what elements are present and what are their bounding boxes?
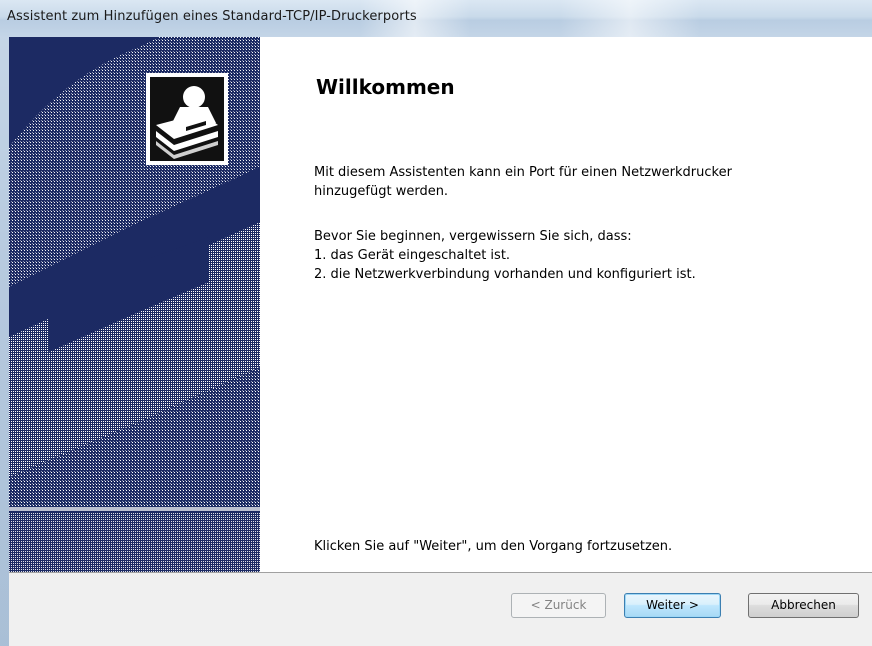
title-bar[interactable]: Assistent zum Hinzufügen eines Standard-… (0, 0, 872, 37)
wizard-banner (9, 37, 260, 572)
prerequisites: Bevor Sie beginnen, vergewissern Sie sic… (314, 227, 854, 284)
page-title: Willkommen (316, 75, 455, 99)
title-bar-glare (560, 0, 700, 37)
intro-text-line: Mit diesem Assistenten kann ein Port für… (314, 165, 732, 180)
wizard-content: Willkommen Mit diesem Assistenten kann e… (260, 37, 872, 572)
window-title: Assistent zum Hinzufügen eines Standard-… (7, 9, 417, 24)
next-button[interactable]: Weiter > (624, 593, 721, 618)
back-button[interactable]: < Zurück (511, 593, 606, 618)
button-bar: < Zurück Weiter > Abbrechen (9, 572, 872, 646)
prerequisites-list: 1. das Gerät eingeschaltet ist. 2. die N… (314, 246, 854, 284)
wizard-window: Assistent zum Hinzufügen eines Standard-… (0, 0, 872, 646)
wizard-page: Willkommen Mit diesem Assistenten kann e… (9, 37, 872, 572)
printer-port-wizard-icon (146, 73, 228, 165)
list-item: 2. die Netzwerkverbindung vorhanden und … (314, 267, 696, 282)
cancel-button[interactable]: Abbrechen (748, 593, 859, 618)
prerequisites-intro: Bevor Sie beginnen, vergewissern Sie sic… (314, 229, 632, 244)
list-item: 1. das Gerät eingeschaltet ist. (314, 248, 511, 263)
intro-text: Mit diesem Assistenten kann ein Port für… (314, 163, 854, 201)
intro-text-line: hinzugefügt werden. (314, 184, 449, 199)
continue-instruction: Klicken Sie auf "Weiter", um den Vorgang… (314, 539, 673, 554)
